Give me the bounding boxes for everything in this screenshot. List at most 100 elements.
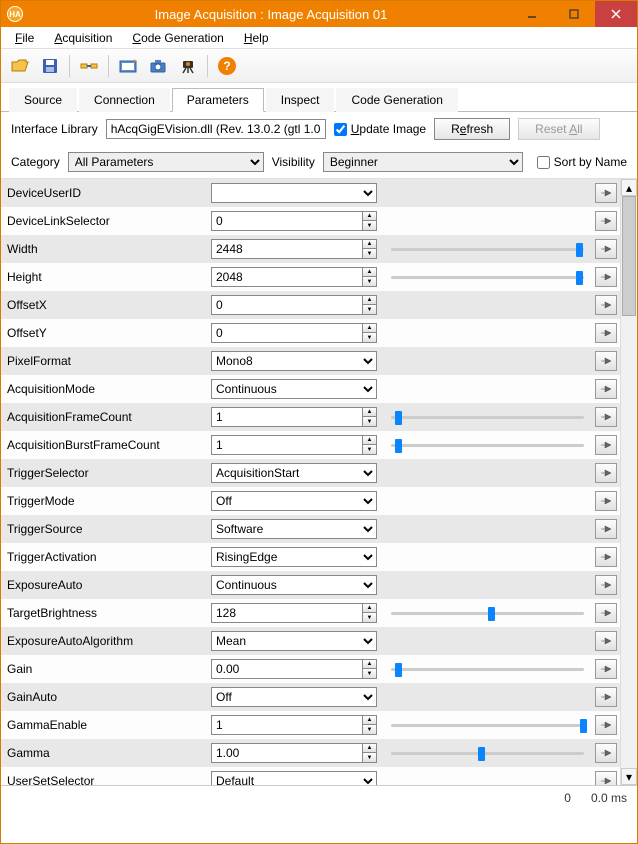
param-select[interactable]: RisingEdge [211, 547, 377, 567]
param-select[interactable]: Off [211, 491, 377, 511]
param-spinbox[interactable]: ▲▼ [211, 211, 377, 231]
menu-codegen[interactable]: Code Generation [122, 29, 233, 47]
param-action-icon[interactable] [595, 547, 617, 567]
slider-thumb[interactable] [478, 747, 485, 761]
spin-down-icon[interactable]: ▼ [363, 445, 376, 454]
tab-connection[interactable]: Connection [79, 88, 170, 112]
param-slider[interactable] [391, 416, 584, 419]
spin-up-icon[interactable]: ▲ [363, 604, 376, 613]
param-spin-input[interactable] [212, 214, 362, 228]
sort-by-name-checkbox[interactable]: Sort by Name [537, 155, 627, 169]
param-spin-input[interactable] [212, 606, 362, 620]
param-spin-input[interactable] [212, 438, 362, 452]
spin-up-icon[interactable]: ▲ [363, 660, 376, 669]
slider-thumb[interactable] [395, 663, 402, 677]
spin-down-icon[interactable]: ▼ [363, 613, 376, 622]
scroll-thumb[interactable] [622, 196, 636, 316]
category-select[interactable]: All Parameters [68, 152, 264, 172]
slider-thumb[interactable] [488, 607, 495, 621]
scroll-track[interactable] [621, 196, 637, 768]
param-action-icon[interactable] [595, 323, 617, 343]
menu-acquisition[interactable]: Acquisition [44, 29, 122, 47]
spin-up-icon[interactable]: ▲ [363, 408, 376, 417]
param-action-icon[interactable] [595, 771, 617, 785]
param-slider[interactable] [391, 724, 584, 727]
param-spinbox[interactable]: ▲▼ [211, 603, 377, 623]
param-select[interactable]: Off [211, 687, 377, 707]
maximize-button[interactable] [553, 1, 595, 27]
spin-up-icon[interactable]: ▲ [363, 240, 376, 249]
param-action-icon[interactable] [595, 715, 617, 735]
connect-icon[interactable] [76, 53, 102, 79]
menu-file[interactable]: File [5, 29, 44, 47]
param-slider[interactable] [391, 276, 584, 279]
scrollbar[interactable]: ▴ ▾ [620, 179, 637, 785]
param-select[interactable]: AcquisitionStart [211, 463, 377, 483]
param-spin-input[interactable] [212, 746, 362, 760]
param-spin-input[interactable] [212, 242, 362, 256]
spin-down-icon[interactable]: ▼ [363, 417, 376, 426]
param-spin-input[interactable] [212, 662, 362, 676]
param-spinbox[interactable]: ▲▼ [211, 267, 377, 287]
param-action-icon[interactable] [595, 603, 617, 623]
param-spinbox[interactable]: ▲▼ [211, 239, 377, 259]
snap-icon[interactable] [115, 53, 141, 79]
spin-down-icon[interactable]: ▼ [363, 305, 376, 314]
save-icon[interactable] [37, 53, 63, 79]
spin-up-icon[interactable]: ▲ [363, 324, 376, 333]
param-spinbox[interactable]: ▲▼ [211, 407, 377, 427]
refresh-button[interactable]: Refresh [434, 118, 510, 140]
spin-up-icon[interactable]: ▲ [363, 744, 376, 753]
scroll-up-icon[interactable]: ▴ [621, 179, 637, 196]
param-action-icon[interactable] [595, 239, 617, 259]
param-spinbox[interactable]: ▲▼ [211, 659, 377, 679]
param-action-icon[interactable] [595, 267, 617, 287]
param-spinbox[interactable]: ▲▼ [211, 295, 377, 315]
update-image-checkbox[interactable]: Update Image [334, 122, 426, 136]
param-slider[interactable] [391, 248, 584, 251]
param-action-icon[interactable] [595, 687, 617, 707]
tab-inspect[interactable]: Inspect [266, 88, 335, 112]
scroll-down-icon[interactable]: ▾ [621, 768, 637, 785]
param-spinbox[interactable]: ▲▼ [211, 715, 377, 735]
slider-thumb[interactable] [395, 439, 402, 453]
param-select[interactable]: Software [211, 519, 377, 539]
param-slider[interactable] [391, 444, 584, 447]
param-action-icon[interactable] [595, 407, 617, 427]
param-action-icon[interactable] [595, 183, 617, 203]
spin-down-icon[interactable]: ▼ [363, 333, 376, 342]
slider-thumb[interactable] [576, 243, 583, 257]
param-action-icon[interactable] [595, 519, 617, 539]
param-select[interactable]: Mono8 [211, 351, 377, 371]
param-slider[interactable] [391, 752, 584, 755]
minimize-button[interactable] [511, 1, 553, 27]
param-action-icon[interactable] [595, 295, 617, 315]
spin-down-icon[interactable]: ▼ [363, 221, 376, 230]
menu-help[interactable]: Help [234, 29, 279, 47]
spin-up-icon[interactable]: ▲ [363, 296, 376, 305]
param-slider[interactable] [391, 668, 584, 671]
param-select[interactable] [211, 183, 377, 203]
open-icon[interactable] [7, 53, 33, 79]
param-spin-input[interactable] [212, 326, 362, 340]
update-image-check[interactable] [334, 123, 347, 136]
spin-down-icon[interactable]: ▼ [363, 753, 376, 762]
param-action-icon[interactable] [595, 743, 617, 763]
param-spinbox[interactable]: ▲▼ [211, 743, 377, 763]
param-action-icon[interactable] [595, 379, 617, 399]
spin-down-icon[interactable]: ▼ [363, 669, 376, 678]
param-action-icon[interactable] [595, 659, 617, 679]
interface-library-field[interactable] [106, 119, 326, 139]
spin-up-icon[interactable]: ▲ [363, 268, 376, 277]
param-spin-input[interactable] [212, 270, 362, 284]
slider-thumb[interactable] [395, 411, 402, 425]
param-spinbox[interactable]: ▲▼ [211, 435, 377, 455]
tab-parameters[interactable]: Parameters [172, 88, 264, 112]
param-spin-input[interactable] [212, 410, 362, 424]
spin-up-icon[interactable]: ▲ [363, 716, 376, 725]
param-spin-input[interactable] [212, 718, 362, 732]
slider-thumb[interactable] [576, 271, 583, 285]
param-slider[interactable] [391, 612, 584, 615]
param-select[interactable]: Default [211, 771, 377, 785]
param-action-icon[interactable] [595, 575, 617, 595]
